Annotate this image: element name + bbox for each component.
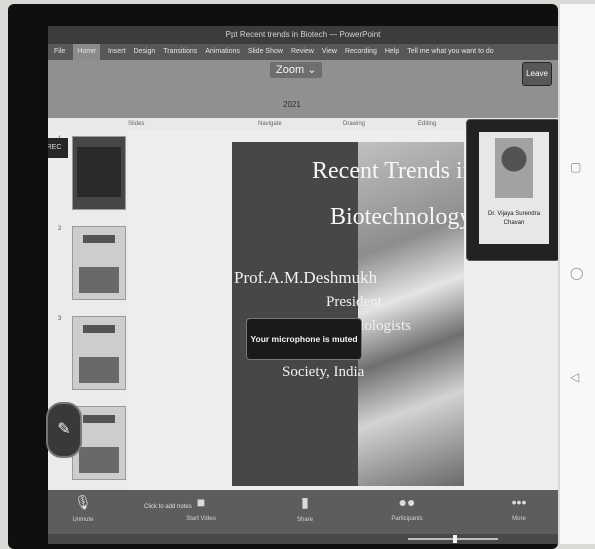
slide-presenter: Prof.A.M.Deshmukh xyxy=(234,268,378,287)
tab-file[interactable]: File xyxy=(54,44,65,60)
window-titlebar: Ppt Recent trends in Biotech — PowerPoin… xyxy=(48,26,558,44)
pen-tool-button[interactable]: ✎ xyxy=(46,402,82,458)
zoom-label: Zoom xyxy=(276,64,305,76)
share-icon: ▮ xyxy=(301,494,309,510)
tab-transitions[interactable]: Transitions xyxy=(163,44,197,60)
share-button[interactable]: ▮ Share xyxy=(280,494,330,523)
notes-placeholder[interactable]: Click to add notes xyxy=(144,504,192,510)
thumbnail-heading xyxy=(83,235,115,243)
participants-button[interactable]: ●● Participants xyxy=(382,494,432,522)
thumbnail-image xyxy=(79,267,119,293)
app-screen: Ppt Recent trends in Biotech — PowerPoin… xyxy=(48,26,558,544)
android-nav-bar: ▢ ◯ ◁ xyxy=(560,4,595,544)
ruler-label-slides: Slides xyxy=(128,121,145,127)
participant-avatar xyxy=(495,138,533,198)
share-label: Share xyxy=(296,517,313,523)
slide-role: President xyxy=(326,294,382,310)
chevron-down-icon: ⌄ xyxy=(307,64,317,76)
tab-help[interactable]: Help xyxy=(385,44,399,60)
tablet-frame: Ppt Recent trends in Biotech — PowerPoin… xyxy=(8,4,558,549)
participant-name: Dr. Vijaya Surendra Chavan xyxy=(488,211,540,226)
tab-design[interactable]: Design xyxy=(133,44,155,60)
unmute-label: Unmute xyxy=(72,517,94,523)
slide-thumbnail-1[interactable] xyxy=(72,136,126,210)
participant-card: Dr. Vijaya Surendra Chavan xyxy=(479,132,549,244)
tell-me-search[interactable]: Tell me what you want to do xyxy=(407,44,493,60)
zoom-button[interactable]: Zoom ⌄ xyxy=(270,62,323,78)
participant-video-tile[interactable]: Dr. Vijaya Surendra Chavan xyxy=(466,119,558,261)
ribbon-tabs: File Home Insert Design Transitions Anim… xyxy=(48,44,558,60)
participants-icon: ●● xyxy=(398,494,416,510)
ribbon-toolbar: Zoom ⌄ 2021 Leave xyxy=(48,60,558,118)
ruler-label-editing: Editing xyxy=(418,121,437,127)
tab-recording[interactable]: Recording xyxy=(345,44,377,60)
slide-thumbnail-3[interactable] xyxy=(72,316,126,390)
mic-muted-toast: Your microphone is muted xyxy=(246,318,362,360)
pen-icon: ✎ xyxy=(57,421,71,438)
more-button[interactable]: ••• More xyxy=(494,494,544,522)
ruler-label-drawing: Drawing xyxy=(343,121,366,127)
start-video-label: Start Video xyxy=(186,516,216,522)
thumbnail-heading xyxy=(83,325,115,333)
slide-photo xyxy=(358,142,464,486)
leave-button[interactable]: Leave xyxy=(522,62,552,86)
recording-badge: REC xyxy=(48,138,68,158)
recent-apps-icon[interactable]: ▢ xyxy=(570,160,581,174)
unmute-button[interactable]: 🎙 Unmute xyxy=(58,494,108,523)
ruler-label-navigate: Navigate xyxy=(258,121,282,127)
zoom-subtext: 2021 xyxy=(283,100,301,109)
slide-title-line-1: Recent Trends in xyxy=(312,158,464,184)
tab-animations[interactable]: Animations xyxy=(205,44,240,60)
window-title: Ppt Recent trends in Biotech — PowerPoin… xyxy=(225,30,381,39)
zoom-slider-knob[interactable] xyxy=(453,535,457,543)
slide-thumbnail-2[interactable] xyxy=(72,226,126,300)
tab-home[interactable]: Home xyxy=(73,44,100,60)
status-bar xyxy=(48,534,558,544)
slide-title-line-2: Biotechnology xyxy=(330,204,464,230)
zoom-slider[interactable] xyxy=(408,535,498,543)
tab-review[interactable]: Review xyxy=(291,44,314,60)
thumbnail-image xyxy=(79,357,119,383)
tab-slide-show[interactable]: Slide Show xyxy=(248,44,283,60)
home-icon[interactable]: ◯ xyxy=(570,266,583,280)
thumbnail-image xyxy=(79,447,119,473)
thumbnail-heading xyxy=(83,415,115,423)
tab-insert[interactable]: Insert xyxy=(108,44,126,60)
slide-country: Society, India xyxy=(282,364,365,380)
current-slide[interactable]: Recent Trends in Biotechnology Prof.A.M.… xyxy=(232,142,464,486)
thumbnail-image xyxy=(77,147,121,197)
back-icon[interactable]: ◁ xyxy=(570,370,579,384)
thumb-number: 3 xyxy=(58,316,62,322)
microphone-icon: 🎙 xyxy=(74,494,92,510)
more-icon: ••• xyxy=(511,494,527,510)
tab-view[interactable]: View xyxy=(322,44,337,60)
participants-label: Participants xyxy=(391,516,423,522)
thumb-number: 2 xyxy=(58,226,62,232)
more-label: More xyxy=(512,516,526,522)
